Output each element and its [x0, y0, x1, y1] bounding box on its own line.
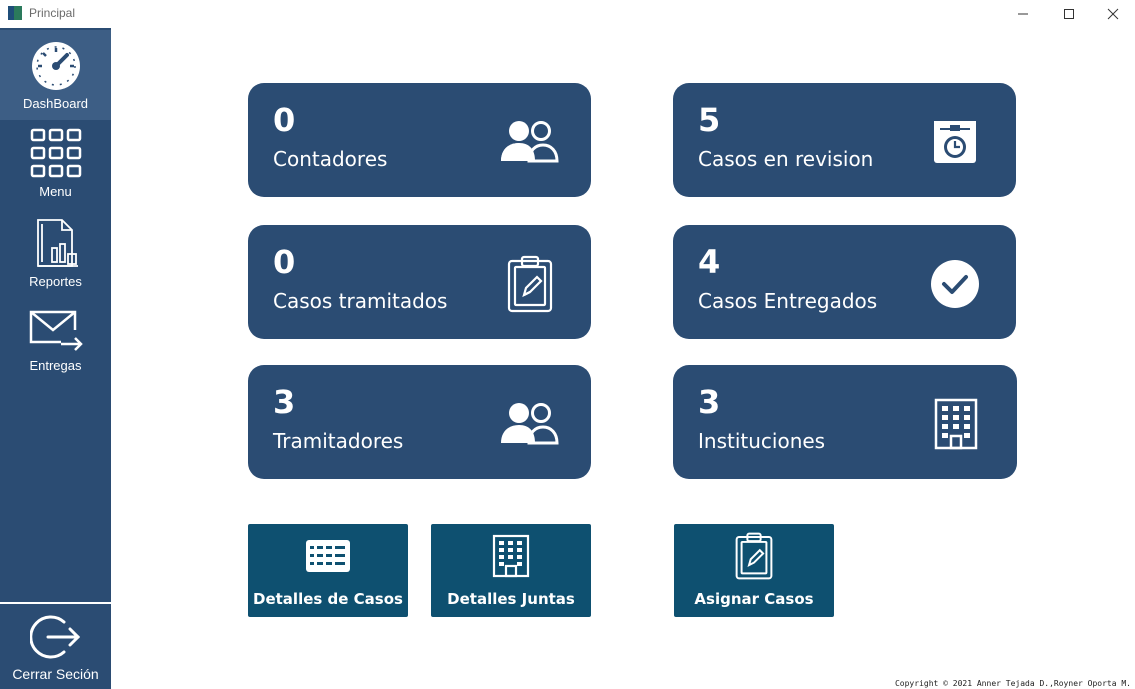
clipboard-edit-icon [499, 255, 561, 313]
users-icon [499, 395, 561, 453]
logout-button[interactable]: Cerrar Seción [0, 602, 111, 689]
card-instituciones[interactable]: 3 Instituciones [673, 365, 1017, 479]
card-label: Contadores [273, 147, 388, 171]
sidebar: DashBoard Menu Reportes Entregas Cerrar … [0, 28, 111, 689]
maximize-button[interactable] [1046, 0, 1092, 28]
building-icon [925, 395, 987, 453]
copyright-text: Copyright © 2021 Anner Tejada D.,Royner … [894, 679, 1131, 688]
close-icon [1107, 8, 1119, 20]
report-chart-icon [36, 219, 78, 267]
dashboard-gauge-icon [31, 42, 80, 90]
table-list-icon [305, 534, 351, 578]
action-label: Asignar Casos [694, 590, 814, 608]
card-label: Instituciones [698, 429, 826, 453]
clipboard-edit-icon [734, 532, 774, 580]
building-icon [491, 534, 531, 578]
maximize-icon [1064, 9, 1074, 19]
app-icon [8, 6, 22, 20]
card-label: Casos tramitados [273, 289, 448, 313]
card-value: 0 [273, 243, 296, 281]
card-value: 5 [698, 101, 721, 139]
minimize-button[interactable] [1000, 0, 1046, 28]
card-casos-tramitados[interactable]: 0 Casos tramitados [248, 225, 591, 339]
card-label: Tramitadores [273, 429, 404, 453]
close-button[interactable] [1090, 0, 1135, 28]
sidebar-item-entregas[interactable]: Entregas [0, 308, 111, 388]
sidebar-item-label: Reportes [29, 274, 82, 289]
calendar-clock-icon [924, 113, 986, 171]
detalles-casos-button[interactable]: Detalles de Casos [248, 524, 408, 617]
asignar-casos-button[interactable]: Asignar Casos [674, 524, 834, 617]
detalles-juntas-button[interactable]: Detalles Juntas [431, 524, 591, 617]
check-circle-icon [924, 255, 986, 313]
logout-label: Cerrar Seción [12, 666, 99, 682]
action-label: Detalles de Casos [253, 590, 403, 608]
sidebar-item-label: DashBoard [22, 96, 89, 111]
card-value: 4 [698, 243, 721, 281]
sidebar-item-label: Menu [39, 184, 72, 199]
sidebar-item-reportes[interactable]: Reportes [0, 218, 111, 298]
minimize-icon [1018, 13, 1028, 15]
action-label: Detalles Juntas [447, 590, 575, 608]
grid-icon [30, 128, 81, 178]
card-value: 3 [273, 383, 296, 421]
card-value: 0 [273, 101, 296, 139]
sidebar-item-label: Entregas [29, 358, 82, 373]
card-casos-entregados[interactable]: 4 Casos Entregados [673, 225, 1016, 339]
window-title: Principal [29, 6, 76, 20]
sidebar-item-dashboard[interactable]: DashBoard [0, 30, 111, 120]
card-contadores[interactable]: 0 Contadores [248, 83, 591, 197]
card-label: Casos Entregados [698, 289, 878, 313]
sidebar-item-menu[interactable]: Menu [0, 128, 111, 208]
title-bar: Principal [0, 0, 1135, 28]
card-value: 3 [698, 383, 721, 421]
card-tramitadores[interactable]: 3 Tramitadores [248, 365, 591, 479]
users-icon [499, 113, 561, 171]
card-casos-revision[interactable]: 5 Casos en revision [673, 83, 1016, 197]
card-label: Casos en revision [698, 147, 874, 171]
logout-icon [29, 615, 80, 659]
mail-send-icon [29, 310, 83, 351]
